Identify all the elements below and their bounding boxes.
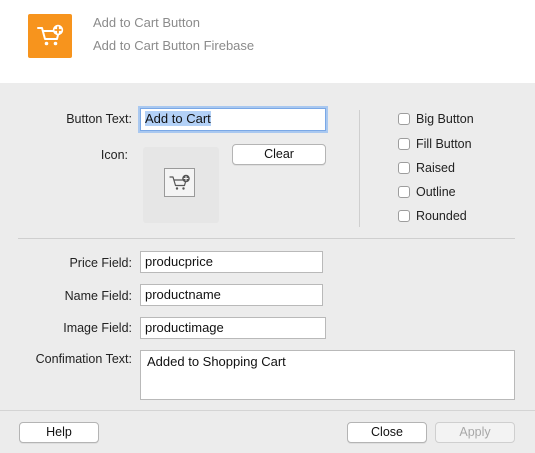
checkbox-box[interactable] <box>398 113 410 125</box>
checkbox-box[interactable] <box>398 162 410 174</box>
checkbox-raised[interactable]: Raised <box>398 161 455 175</box>
checkbox-label: Raised <box>416 161 455 175</box>
price-field-label: Price Field: <box>69 256 132 270</box>
checkbox-box[interactable] <box>398 210 410 222</box>
checkbox-fill-button[interactable]: Fill Button <box>398 137 472 151</box>
image-field-label: Image Field: <box>63 321 132 335</box>
help-button[interactable]: Help <box>19 422 99 443</box>
close-button[interactable]: Close <box>347 422 427 443</box>
apply-button[interactable]: Apply <box>435 422 515 443</box>
button-text-input[interactable]: Add to Cart <box>140 108 326 131</box>
checkbox-label: Big Button <box>416 112 474 126</box>
horizontal-divider <box>18 238 515 239</box>
icon-label: Icon: <box>100 148 128 162</box>
checkbox-label: Rounded <box>416 209 467 223</box>
header: Add to Cart Button Add to Cart Button Fi… <box>0 0 535 83</box>
confirmation-text-area[interactable]: Added to Shopping Cart <box>140 350 515 400</box>
checkbox-box[interactable] <box>398 138 410 150</box>
footer-divider <box>0 410 535 411</box>
name-field-input[interactable]: productname <box>140 284 323 306</box>
checkbox-outline[interactable]: Outline <box>398 185 456 199</box>
checkbox-box[interactable] <box>398 186 410 198</box>
price-field-input[interactable]: producprice <box>140 251 323 273</box>
button-text-value: Add to Cart <box>145 111 211 126</box>
confirmation-text-label: Confimation Text: <box>35 352 132 366</box>
checkbox-label: Fill Button <box>416 137 472 151</box>
app-title: Add to Cart Button <box>93 15 200 30</box>
app-subtitle: Add to Cart Button Firebase <box>93 38 255 53</box>
checkbox-label: Outline <box>416 185 456 199</box>
checkbox-rounded[interactable]: Rounded <box>398 209 467 223</box>
cart-plus-icon <box>28 14 72 58</box>
clear-button[interactable]: Clear <box>232 144 326 165</box>
button-text-label: Button Text: <box>66 112 132 126</box>
image-field-input[interactable]: productimage <box>140 317 326 339</box>
checkbox-big-button[interactable]: Big Button <box>398 112 474 126</box>
vertical-divider <box>359 110 360 227</box>
cart-plus-icon <box>164 168 195 197</box>
name-field-label: Name Field: <box>64 289 132 303</box>
